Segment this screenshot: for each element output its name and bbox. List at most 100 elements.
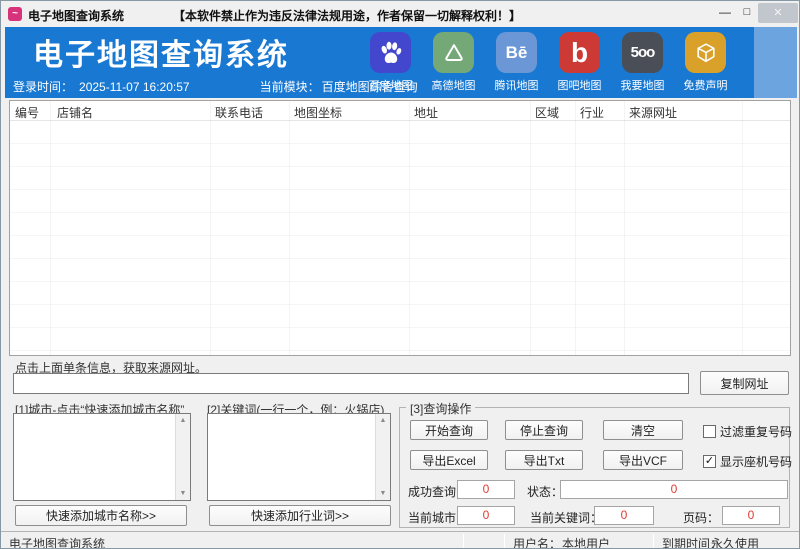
500px-icon: 5oo <box>622 32 663 73</box>
maximize-button[interactable]: □ <box>737 4 757 22</box>
page-number-value: 0 <box>722 506 780 525</box>
scroll-up-icon[interactable]: ▲ <box>376 417 390 424</box>
checkbox-box[interactable] <box>703 425 716 438</box>
cube-icon <box>685 32 726 73</box>
keyword-list-area[interactable] <box>208 414 375 500</box>
letter-b-icon: b <box>559 32 600 73</box>
column-divider <box>50 101 51 355</box>
scroll-down-icon[interactable]: ▼ <box>176 490 190 497</box>
results-table-body[interactable] <box>10 121 790 355</box>
app-icon: ~ <box>8 7 22 21</box>
show-landline-checkbox[interactable]: ✓ 显示座机号码 <box>703 453 792 470</box>
column-divider <box>409 101 410 355</box>
shortcut-label: 免费声明 <box>683 80 728 92</box>
column-divider <box>530 101 531 355</box>
export-vcf-button[interactable]: 导出VCF <box>603 450 683 470</box>
shortcut-label: 高德地图 <box>431 80 476 92</box>
column-divider <box>624 101 625 355</box>
statusbar-app-name: 电子地图查询系统 <box>9 537 106 549</box>
shortcut-tencent-map[interactable]: Bē 腾讯地图 <box>485 32 548 93</box>
copy-url-button[interactable]: 复制网址 <box>700 371 789 395</box>
login-time-label: 登录时间： <box>13 80 74 94</box>
login-time-value: 2025-11-07 16:20:57 <box>79 80 190 94</box>
add-keywords-button[interactable]: 快速添加行业词>> <box>209 505 391 526</box>
column-header-phone[interactable]: 联系电话 <box>215 104 263 121</box>
query-operations-group: [3]查询操作 开始查询 停止查询 清空 过滤重复号码 导出Excel 导出Tx… <box>399 400 792 528</box>
column-header-region[interactable]: 区域 <box>535 104 559 121</box>
module-label: 当前模块： <box>259 80 320 94</box>
header-meta: 登录时间： 2025-11-07 16:20:57 当前模块： 百度地图综合查询 <box>13 78 418 95</box>
username-value: 本地用户 <box>562 537 611 549</box>
shortcut-gaode-map[interactable]: 高德地图 <box>422 32 485 93</box>
checkbox-label: 过滤重复号码 <box>720 425 793 439</box>
scroll-down-icon[interactable]: ▼ <box>376 490 390 497</box>
statusbar-divider <box>504 534 505 548</box>
expire-value: 永久使用 <box>711 537 760 549</box>
current-keyword-value: 0 <box>594 506 654 525</box>
shortcut-tuba-map[interactable]: b 图吧地图 <box>548 32 611 93</box>
shortcut-label: 百度地图 <box>368 80 413 92</box>
current-city-value: 0 <box>457 506 515 525</box>
status-label: 状态： <box>527 485 564 499</box>
current-keyword-label: 当前关键词： <box>530 511 603 525</box>
username-label: 用户名： <box>513 537 562 549</box>
baidu-paw-icon <box>370 32 411 73</box>
page-number-label: 页码： <box>683 511 720 525</box>
column-divider <box>575 101 576 355</box>
map-shortcuts: 百度地图 高德地图 Bē 腾讯地图 b 图吧地图 5oo 我要地图 免费声明 <box>359 32 737 93</box>
keyword-list[interactable]: ▲ ▼ <box>207 413 391 501</box>
filter-duplicates-checkbox[interactable]: 过滤重复号码 <box>703 423 792 440</box>
stop-query-button[interactable]: 停止查询 <box>505 420 583 440</box>
title-warning-text: 【本软件禁止作为违反法律法规用途，作者保留一切解释权利！】 <box>173 9 522 23</box>
500px-glyph: 5oo <box>630 44 656 61</box>
results-table-header: 编号 店铺名 联系电话 地图坐标 地址 区域 行业 来源网址 <box>10 101 790 121</box>
behance-glyph: Bē <box>505 42 528 62</box>
column-header-address[interactable]: 地址 <box>414 104 438 121</box>
app-header: 电子地图查询系统 登录时间： 2025-11-07 16:20:57 当前模块： 百度… <box>5 27 797 98</box>
checkbox-box[interactable]: ✓ <box>703 455 716 468</box>
shortcut-label: 图吧地图 <box>557 80 602 92</box>
shortcut-label: 我要地图 <box>620 80 665 92</box>
column-header-industry[interactable]: 行业 <box>580 104 604 121</box>
status-bar: 电子地图查询系统 用户名： 本地用户 到期时间： 永久使用 <box>1 531 799 549</box>
letter-b-glyph: b <box>570 36 589 68</box>
city-list[interactable]: ▲ ▼ <box>13 413 191 501</box>
start-query-button[interactable]: 开始查询 <box>410 420 488 440</box>
app-title: 电子地图查询系统 <box>33 39 289 72</box>
statusbar-divider <box>463 534 464 548</box>
status-value: 0 <box>560 480 788 499</box>
close-button[interactable]: ✕ <box>758 3 798 23</box>
shortcut-51ditu-map[interactable]: 5oo 我要地图 <box>611 32 674 93</box>
column-divider <box>742 101 743 355</box>
shortcut-free-statement[interactable]: 免费声明 <box>674 32 737 93</box>
column-header-shop-name[interactable]: 店铺名 <box>57 104 93 121</box>
column-divider <box>210 101 211 355</box>
city-list-scrollbar[interactable]: ▲ ▼ <box>175 414 190 500</box>
column-header-id[interactable]: 编号 <box>15 104 39 121</box>
scroll-up-icon[interactable]: ▲ <box>176 417 190 424</box>
shortcut-baidu-map[interactable]: 百度地图 <box>359 32 422 93</box>
statusbar-divider <box>653 534 654 548</box>
query-group-title: [3]查询操作 <box>406 400 476 417</box>
column-header-coords[interactable]: 地图坐标 <box>294 104 342 121</box>
title-bar: ~ 电子地图查询系统 【本软件禁止作为违反法律法规用途，作者保留一切解释权利！】… <box>1 1 799 27</box>
app-window: ~ 电子地图查询系统 【本软件禁止作为违反法律法规用途，作者保留一切解释权利！】… <box>0 0 800 549</box>
column-header-source-url[interactable]: 来源网址 <box>629 104 677 121</box>
success-count-value: 0 <box>457 480 515 499</box>
shortcut-label: 腾讯地图 <box>494 80 539 92</box>
window-title: 电子地图查询系统 <box>28 9 125 23</box>
mountain-icon <box>433 32 474 73</box>
keyword-list-scrollbar[interactable]: ▲ ▼ <box>375 414 390 500</box>
column-divider <box>289 101 290 355</box>
source-url-input[interactable] <box>13 373 689 394</box>
header-right-strip <box>754 27 797 98</box>
city-list-area[interactable] <box>14 414 175 500</box>
minimize-button[interactable]: — <box>715 4 735 22</box>
clear-button[interactable]: 清空 <box>603 420 683 440</box>
checkbox-label: 显示座机号码 <box>720 455 793 469</box>
export-excel-button[interactable]: 导出Excel <box>410 450 488 470</box>
results-table: 编号 店铺名 联系电话 地图坐标 地址 区域 行业 来源网址 <box>9 100 791 356</box>
behance-icon: Bē <box>496 32 537 73</box>
add-cities-button[interactable]: 快速添加城市名称>> <box>15 505 187 526</box>
export-txt-button[interactable]: 导出Txt <box>505 450 583 470</box>
